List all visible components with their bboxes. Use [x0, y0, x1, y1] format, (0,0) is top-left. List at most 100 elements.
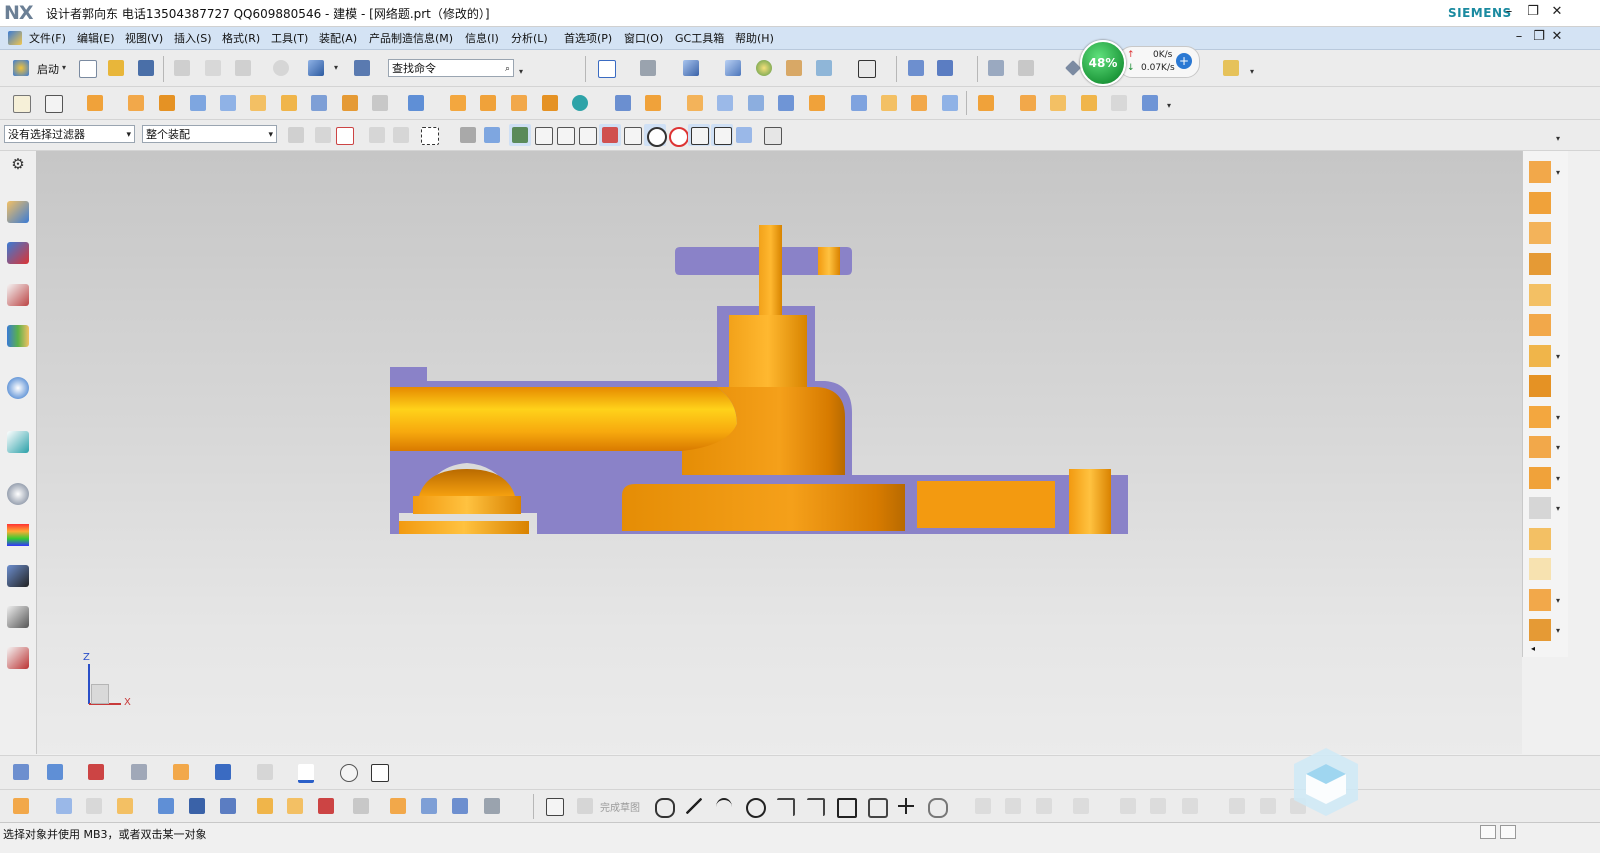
menu-file[interactable]: 文件(F) [29, 30, 66, 46]
drafting-icon[interactable] [85, 761, 107, 783]
select-face-icon[interactable] [481, 124, 503, 146]
net-speed-widget[interactable]: 0K/s 0.07K/s ↑ ↓ 48% + [1080, 40, 1200, 86]
snap-center-icon[interactable] [644, 124, 667, 147]
menu-info[interactable]: 信息(I) [465, 30, 499, 46]
selection-scope-dropdown[interactable]: 整个装配 ▾ [142, 125, 277, 143]
trim-curve-icon[interactable] [315, 795, 337, 817]
ruler-icon[interactable] [1220, 57, 1242, 79]
pull-face-icon[interactable] [1139, 92, 1161, 114]
snap-on-face-icon[interactable] [733, 124, 755, 146]
fillet-icon[interactable] [774, 795, 796, 817]
bounded-plane-icon[interactable] [775, 92, 797, 114]
graphics-window[interactable]: Z X [37, 151, 1522, 754]
sketch-plane-icon[interactable] [543, 795, 565, 817]
text-icon[interactable] [337, 761, 359, 783]
sweep-icon[interactable] [878, 92, 900, 114]
assembly-icon[interactable] [10, 761, 32, 783]
quick-pick-icon[interactable] [761, 124, 783, 146]
roles-icon[interactable] [7, 647, 29, 669]
assembly-navigator-icon[interactable] [7, 201, 29, 223]
doc-minimize-button[interactable]: – [1510, 29, 1528, 45]
rectangle-select-icon[interactable] [418, 124, 440, 146]
command-search-input[interactable]: 查找命令 ⌕ [388, 59, 514, 77]
text-curve-icon[interactable] [418, 795, 440, 817]
menu-view[interactable]: 视图(V) [125, 30, 163, 46]
menu-help[interactable]: 帮助(H) [735, 30, 774, 46]
gear-icon[interactable]: ⚙ [7, 155, 29, 177]
select-body-icon[interactable] [457, 124, 479, 146]
fastener-icon[interactable] [128, 761, 150, 783]
trim-body-icon[interactable] [447, 92, 469, 114]
trim-sheet-icon[interactable] [1529, 375, 1551, 397]
web-browser-icon[interactable] [7, 431, 29, 453]
layer-settings-icon[interactable] [985, 57, 1007, 79]
cylinder-icon[interactable] [308, 92, 330, 114]
restore-button[interactable]: ❐ [1524, 4, 1542, 20]
thicken-icon[interactable] [745, 92, 767, 114]
rectangle-icon[interactable] [834, 795, 857, 818]
info-object-icon[interactable] [351, 57, 373, 79]
point-set-icon[interactable] [114, 795, 136, 817]
snap-point-icon[interactable] [333, 124, 355, 146]
revolve-icon[interactable] [125, 92, 147, 114]
mirror-face-icon[interactable] [1529, 589, 1551, 611]
history-icon[interactable] [7, 483, 29, 505]
extrude-icon[interactable] [84, 92, 106, 114]
process-studio-icon[interactable] [7, 565, 29, 587]
menu-pmi[interactable]: 产品制造信息(M) [369, 30, 453, 46]
faucet-section-model[interactable] [37, 151, 1522, 754]
accelerate-plus-icon[interactable]: + [1176, 53, 1192, 69]
extract-curve-icon[interactable] [481, 795, 503, 817]
snap-enable-icon[interactable] [509, 124, 531, 146]
emboss-body-icon[interactable] [1529, 528, 1551, 550]
minimize-button[interactable]: – [1500, 4, 1518, 20]
search-icon[interactable]: ⌕ [505, 60, 510, 76]
split-body-icon[interactable] [806, 92, 828, 114]
menu-window[interactable]: 窗口(O) [624, 30, 663, 46]
edge-blend-icon[interactable] [477, 92, 499, 114]
point-icon[interactable] [895, 795, 917, 817]
selection-filter-dropdown[interactable]: 没有选择过滤器 ▾ [4, 125, 135, 143]
surface-curve-icon[interactable] [350, 795, 372, 817]
snap-quadrant-icon[interactable] [666, 124, 689, 147]
thread-icon[interactable] [369, 92, 391, 114]
open-folder-icon[interactable] [105, 57, 127, 79]
snap-intersection-icon[interactable] [599, 124, 621, 146]
pocket-icon[interactable] [217, 92, 239, 114]
draft-icon[interactable] [569, 92, 591, 114]
studio-sphere-icon[interactable] [753, 57, 775, 79]
wave-link-icon[interactable] [170, 761, 192, 783]
replace-icon[interactable] [1108, 92, 1130, 114]
ruled-icon[interactable] [939, 92, 961, 114]
layer-icon[interactable] [212, 761, 234, 783]
composite-curve-icon[interactable] [284, 795, 306, 817]
orient-view-icon[interactable] [637, 57, 659, 79]
app-menu-icon[interactable] [8, 31, 22, 45]
ruler-dropdown-icon[interactable]: ▾ [1250, 67, 1256, 76]
menu-assembly[interactable]: 装配(A) [319, 30, 357, 46]
close-button[interactable]: ✕ [1548, 4, 1566, 20]
wireframe-view-icon[interactable] [722, 57, 744, 79]
taper-icon[interactable] [1529, 284, 1551, 306]
datum-plane-icon[interactable] [42, 92, 64, 114]
bridge-curve-icon[interactable] [155, 795, 177, 817]
move-icon[interactable] [905, 57, 927, 79]
menu-edit[interactable]: 编辑(E) [77, 30, 115, 46]
boss-icon[interactable] [187, 92, 209, 114]
polygon-icon[interactable] [865, 795, 888, 818]
menu-tools[interactable]: 工具(T) [271, 30, 308, 46]
offset-face-icon[interactable] [684, 92, 706, 114]
coordinate-icon[interactable] [1015, 57, 1037, 79]
offset-curve-icon[interactable] [254, 795, 276, 817]
chamfer-sketch-icon[interactable] [804, 795, 826, 817]
unite-icon[interactable] [405, 92, 427, 114]
mirror-icon[interactable] [642, 92, 664, 114]
start-icon[interactable] [10, 57, 32, 79]
menu-insert[interactable]: 插入(S) [174, 30, 212, 46]
status-icon-2[interactable] [1500, 825, 1516, 839]
offset-sketch-icon[interactable] [925, 795, 948, 818]
through-curves-icon[interactable] [908, 92, 930, 114]
extract-geometry-icon[interactable] [1529, 406, 1551, 428]
project-curve-icon[interactable] [186, 795, 208, 817]
sketch-icon[interactable] [10, 92, 32, 114]
